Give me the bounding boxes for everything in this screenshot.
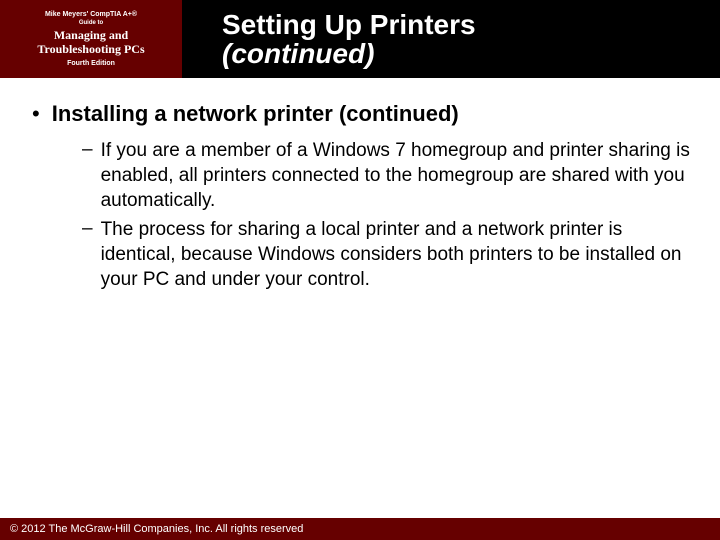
slide-footer: © 2012 The McGraw-Hill Companies, Inc. A… [0, 518, 720, 540]
bullet-level2: – If you are a member of a Windows 7 hom… [82, 138, 692, 213]
bullet-level1-text: Installing a network printer (continued) [52, 100, 459, 128]
slide-content: • Installing a network printer (continue… [0, 78, 720, 292]
slide-title-block: Setting Up Printers (continued) [182, 0, 720, 78]
book-title-line2: Troubleshooting PCs [37, 43, 144, 57]
slide-header: Mike Meyers' CompTIA A+® Guide to Managi… [0, 0, 720, 78]
book-series: Mike Meyers' CompTIA A+® [45, 11, 137, 19]
bullet-level2-text: If you are a member of a Windows 7 homeg… [101, 138, 692, 213]
bullet-level2-text: The process for sharing a local printer … [101, 217, 692, 292]
slide-title-continued: (continued) [222, 39, 720, 68]
book-title-line1: Managing and [54, 29, 128, 43]
slide: Mike Meyers' CompTIA A+® Guide to Managi… [0, 0, 720, 540]
bullet-dash-icon: – [82, 217, 93, 242]
book-guide-to: Guide to [79, 20, 103, 27]
bullet-dash-icon: – [82, 138, 93, 163]
book-edition: Fourth Edition [67, 60, 115, 67]
sub-bullet-list: – If you are a member of a Windows 7 hom… [82, 138, 692, 292]
book-info-block: Mike Meyers' CompTIA A+® Guide to Managi… [0, 0, 182, 78]
bullet-level2: – The process for sharing a local printe… [82, 217, 692, 292]
copyright-text: © 2012 The McGraw-Hill Companies, Inc. A… [10, 523, 303, 535]
bullet-level1: • Installing a network printer (continue… [28, 100, 692, 128]
bullet-dot-icon: • [32, 103, 40, 125]
slide-title: Setting Up Printers [222, 10, 720, 39]
